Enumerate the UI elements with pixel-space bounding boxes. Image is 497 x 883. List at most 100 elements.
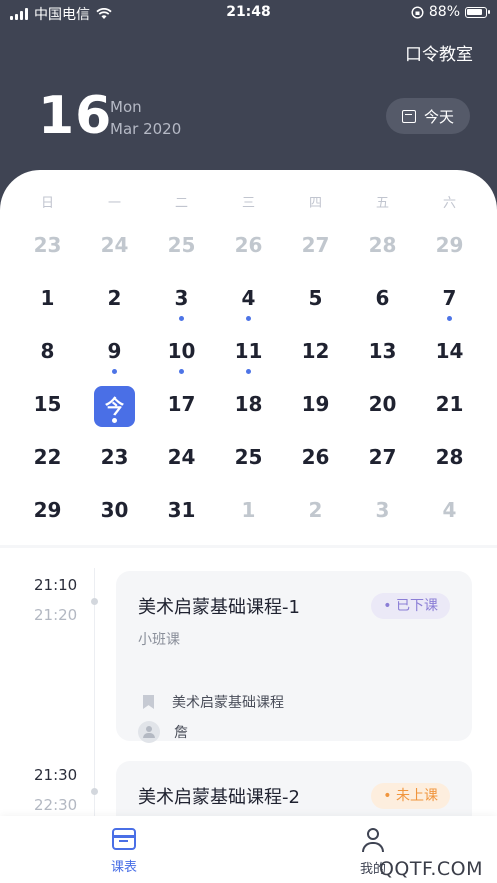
- weekday-label: 五: [375, 196, 389, 211]
- calendar-day-label: 24: [100, 233, 129, 257]
- lesson-start-time: 21:30: [34, 766, 78, 784]
- calendar-day-label: 10: [167, 339, 196, 363]
- calendar-day[interactable]: 2: [81, 278, 148, 331]
- class-type: 小班课: [138, 632, 180, 648]
- lesson-indicator-dot: [246, 369, 251, 374]
- weekday-label: 日: [40, 196, 54, 211]
- calendar-day[interactable]: 12: [282, 331, 349, 384]
- current-day-number: 16: [38, 86, 113, 146]
- calendar-day[interactable]: 23: [81, 437, 148, 490]
- calendar-day[interactable]: 7: [416, 278, 483, 331]
- calendar-day-label: 28: [435, 445, 464, 469]
- lesson-title: 美术启蒙基础课程-1: [138, 597, 300, 618]
- calendar-day[interactable]: 14: [416, 331, 483, 384]
- calendar-day[interactable]: 22: [14, 437, 81, 490]
- battery-icon: [465, 6, 490, 18]
- calendar-day[interactable]: 9: [81, 331, 148, 384]
- calendar-day-label: 24: [167, 445, 196, 469]
- calendar-day-label: 2: [107, 286, 122, 310]
- calendar-day-label: 4: [241, 286, 256, 310]
- calendar-day[interactable]: 29: [416, 225, 483, 278]
- calendar-day[interactable]: 20: [349, 384, 416, 437]
- timeline-line: [94, 568, 95, 816]
- calendar-day[interactable]: 28: [349, 225, 416, 278]
- calendar-day[interactable]: 23: [14, 225, 81, 278]
- battery-percent: 88%: [428, 4, 460, 20]
- calendar-day-label: 25: [234, 445, 263, 469]
- calendar-day[interactable]: 11: [215, 331, 282, 384]
- calendar-day[interactable]: 27: [349, 437, 416, 490]
- lesson-end-time: 21:20: [34, 606, 78, 624]
- calendar-day[interactable]: 6: [349, 278, 416, 331]
- calendar-day[interactable]: 25: [215, 437, 282, 490]
- calendar-day-label: 26: [234, 233, 263, 257]
- calendar-day[interactable]: 30: [81, 490, 148, 543]
- lesson-time: 21:30 22:30: [34, 760, 77, 820]
- user-icon: [361, 828, 385, 852]
- calendar-day[interactable]: 21: [416, 384, 483, 437]
- lesson-indicator-dot: [447, 316, 452, 321]
- calendar-day-label: 11: [234, 339, 263, 363]
- org-name[interactable]: 口令教室: [405, 40, 473, 65]
- calendar-day[interactable]: 3: [349, 490, 416, 543]
- calendar-day[interactable]: 27: [282, 225, 349, 278]
- calendar-day[interactable]: 28: [416, 437, 483, 490]
- calendar-day[interactable]: 26: [215, 225, 282, 278]
- calendar-day[interactable]: 25: [148, 225, 215, 278]
- calendar-day[interactable]: 26: [282, 437, 349, 490]
- calendar-day-label: 29: [435, 233, 464, 257]
- weekday-label: Mon: [110, 98, 142, 116]
- calendar-day[interactable]: 15: [14, 384, 81, 437]
- lesson-card[interactable]: 美术启蒙基础课程-1 • 已下课 小班课 美术启蒙基础课程 詹: [116, 571, 472, 743]
- calendar-day-label: 30: [100, 498, 129, 522]
- calendar-day-label: 14: [435, 339, 464, 363]
- timeline-dot: [91, 598, 98, 605]
- calendar-day-label: 27: [368, 445, 397, 469]
- calendar-day[interactable]: 4: [215, 278, 282, 331]
- lesson-indicator-dot: [246, 316, 251, 321]
- lesson-indicator-dot: [179, 369, 184, 374]
- calendar-day-label: 31: [167, 498, 196, 522]
- calendar-day-selected[interactable]: 今: [81, 384, 148, 437]
- calendar-day[interactable]: 1: [14, 278, 81, 331]
- timeline-dot: [91, 788, 98, 795]
- watermark: QQTF.COM: [378, 858, 483, 880]
- calendar-day[interactable]: 1: [215, 490, 282, 543]
- weekday-label: 六: [442, 196, 456, 211]
- calendar-day[interactable]: 24: [81, 225, 148, 278]
- calendar-day[interactable]: 10: [148, 331, 215, 384]
- calendar-day-label: 1: [40, 286, 55, 310]
- calendar-day-label: 28: [368, 233, 397, 257]
- calendar-day[interactable]: 18: [215, 384, 282, 437]
- calendar-day-label: 20: [368, 392, 397, 416]
- course-row: 美术启蒙基础课程: [138, 692, 284, 712]
- calendar-day[interactable]: 3: [148, 278, 215, 331]
- calendar-day-label: 7: [442, 286, 457, 310]
- lesson-indicator-dot: [112, 418, 117, 423]
- tab-schedule[interactable]: 课表: [84, 828, 164, 875]
- calendar-day[interactable]: 8: [14, 331, 81, 384]
- calendar-day[interactable]: 31: [148, 490, 215, 543]
- calendar-day-label: 25: [167, 233, 196, 257]
- status-badge: • 未上课: [371, 783, 450, 809]
- calendar-day[interactable]: 24: [148, 437, 215, 490]
- calendar-day-label: 18: [234, 392, 263, 416]
- lesson-indicator-dot: [179, 316, 184, 321]
- calendar-day-label: 5: [308, 286, 323, 310]
- calendar-day[interactable]: 29: [14, 490, 81, 543]
- current-date-text: Mon Mar 2020: [110, 96, 181, 140]
- rotation-lock-icon: [411, 5, 424, 19]
- today-button[interactable]: 今天: [386, 98, 470, 134]
- status-badge-label: 未上课: [396, 788, 438, 804]
- calendar-day[interactable]: 4: [416, 490, 483, 543]
- tab-schedule-label: 课表: [110, 860, 137, 875]
- calendar-day[interactable]: 19: [282, 384, 349, 437]
- calendar-day[interactable]: 5: [282, 278, 349, 331]
- calendar-day-label: 23: [100, 445, 129, 469]
- calendar-day[interactable]: 2: [282, 490, 349, 543]
- calendar-day-label: 12: [301, 339, 330, 363]
- teacher-name: 詹: [174, 725, 188, 741]
- calendar-day[interactable]: 13: [349, 331, 416, 384]
- calendar-day[interactable]: 17: [148, 384, 215, 437]
- month-calendar: 日一二三四五六 23 24 25 26 27 28 29 1 2 3 4 5 6 7 8 9 10 11 12 13 1…: [0, 170, 497, 545]
